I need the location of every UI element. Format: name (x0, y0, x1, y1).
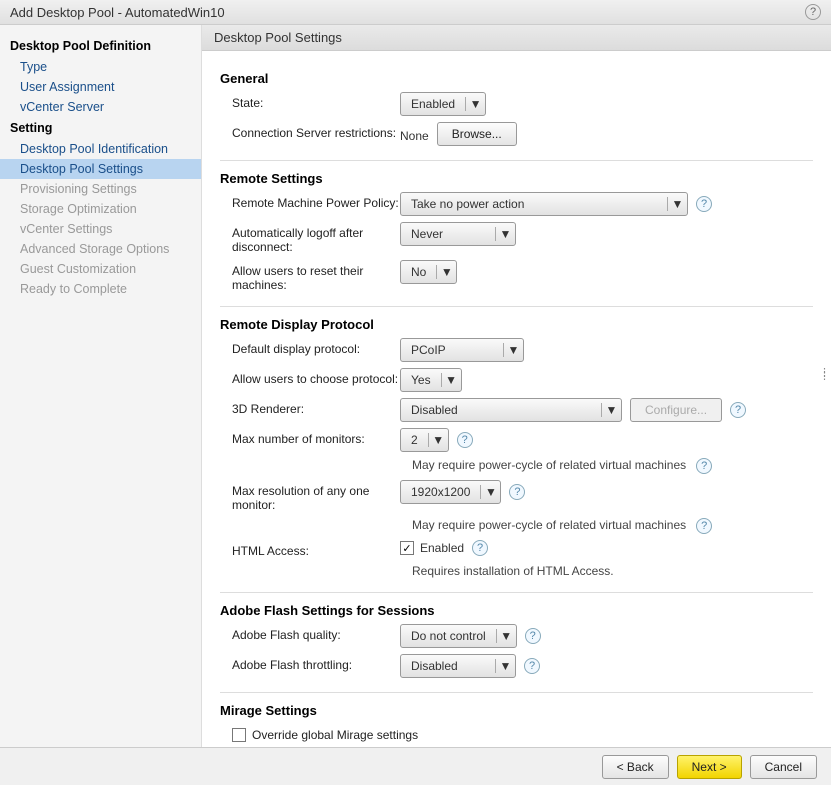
configure-button: Configure... (630, 398, 722, 422)
monitors-note: May require power-cycle of related virtu… (412, 458, 686, 472)
content-pane: General State: Enabled ▼ Connection Serv… (202, 51, 831, 747)
resolution-select[interactable]: 1920x1200 ▼ (400, 480, 501, 504)
flash-throttle-select[interactable]: Disabled ▼ (400, 654, 516, 678)
section-flash: Adobe Flash Settings for Sessions (220, 592, 813, 618)
back-button[interactable]: < Back (602, 755, 669, 779)
monitors-select[interactable]: 2 ▼ (400, 428, 449, 452)
auto-logoff-select[interactable]: Never ▼ (400, 222, 516, 246)
chevron-down-icon: ▼ (495, 227, 515, 241)
help-icon[interactable]: ? (525, 628, 541, 644)
chevron-down-icon: ▼ (428, 433, 448, 447)
flash-quality-select[interactable]: Do not control ▼ (400, 624, 517, 648)
help-icon[interactable]: ? (457, 432, 473, 448)
window-title: Add Desktop Pool - AutomatedWin10 (10, 5, 225, 20)
content-header: Desktop Pool Settings (202, 25, 831, 51)
monitors-label: Max number of monitors: (220, 428, 400, 446)
mirage-override-checkbox[interactable]: Override global Mirage settings (232, 728, 418, 742)
browse-button[interactable]: Browse... (437, 122, 517, 146)
footer: < Back Next > Cancel (0, 747, 831, 785)
sidebar-item-desktop-pool-settings[interactable]: Desktop Pool Settings (0, 159, 201, 179)
resolution-note: May require power-cycle of related virtu… (412, 518, 686, 532)
section-general: General (220, 71, 813, 86)
sidebar-item-provisioning-settings: Provisioning Settings (0, 179, 201, 199)
power-policy-label: Remote Machine Power Policy: (220, 192, 400, 210)
conn-restrict-label: Connection Server restrictions: (220, 122, 400, 140)
auto-logoff-label: Automatically logoff after disconnect: (220, 222, 400, 254)
chevron-down-icon: ▼ (503, 343, 523, 357)
sidebar-item-vcenter-server[interactable]: vCenter Server (0, 97, 201, 117)
default-protocol-select[interactable]: PCoIP ▼ (400, 338, 524, 362)
sidebar-item-advanced-storage-options: Advanced Storage Options (0, 239, 201, 259)
resolution-label: Max resolution of any one monitor: (220, 480, 400, 512)
chevron-down-icon: ▼ (480, 485, 500, 499)
chevron-down-icon: ▼ (601, 403, 621, 417)
html-access-note: Requires installation of HTML Access. (412, 564, 813, 578)
sidebar-item-type[interactable]: Type (0, 57, 201, 77)
help-icon[interactable]: ? (509, 484, 525, 500)
html-access-checkbox[interactable]: ✓ Enabled (400, 541, 464, 555)
help-icon[interactable]: ? (472, 540, 488, 556)
help-icon[interactable]: ? (524, 658, 540, 674)
html-access-label: HTML Access: (220, 540, 400, 558)
help-icon[interactable]: ? (730, 402, 746, 418)
chevron-down-icon: ▼ (465, 97, 485, 111)
help-icon[interactable]: ? (696, 196, 712, 212)
state-label: State: (220, 92, 400, 110)
chevron-down-icon: ▼ (495, 659, 515, 673)
choose-protocol-label: Allow users to choose protocol: (220, 368, 400, 386)
renderer-select[interactable]: Disabled ▼ (400, 398, 622, 422)
sidebar-item-ready-to-complete: Ready to Complete (0, 279, 201, 299)
choose-protocol-select[interactable]: Yes ▼ (400, 368, 462, 392)
help-icon[interactable]: ? (696, 458, 712, 474)
sidebar-item-storage-optimization: Storage Optimization (0, 199, 201, 219)
renderer-label: 3D Renderer: (220, 398, 400, 416)
flash-quality-label: Adobe Flash quality: (220, 624, 400, 642)
sidebar: Desktop Pool Definition Type User Assign… (0, 25, 202, 747)
cancel-button[interactable]: Cancel (750, 755, 817, 779)
sidebar-item-desktop-pool-identification[interactable]: Desktop Pool Identification (0, 139, 201, 159)
chevron-down-icon: ▼ (436, 265, 456, 279)
checkbox-checked-icon: ✓ (400, 541, 414, 555)
power-policy-select[interactable]: Take no power action ▼ (400, 192, 688, 216)
resize-handle-icon[interactable]: ⋮⋮ (819, 372, 830, 378)
chevron-down-icon: ▼ (496, 629, 516, 643)
allow-reset-select[interactable]: No ▼ (400, 260, 457, 284)
allow-reset-label: Allow users to reset their machines: (220, 260, 400, 292)
section-display: Remote Display Protocol (220, 306, 813, 332)
titlebar: Add Desktop Pool - AutomatedWin10 ? (0, 0, 831, 25)
sidebar-item-vcenter-settings: vCenter Settings (0, 219, 201, 239)
chevron-down-icon: ▼ (441, 373, 461, 387)
sidebar-group-definition: Desktop Pool Definition (0, 35, 201, 57)
help-icon[interactable]: ? (696, 518, 712, 534)
conn-restrict-value: None (400, 125, 429, 143)
help-icon[interactable]: ? (805, 4, 821, 20)
sidebar-item-user-assignment[interactable]: User Assignment (0, 77, 201, 97)
section-remote: Remote Settings (220, 160, 813, 186)
default-protocol-label: Default display protocol: (220, 338, 400, 356)
next-button[interactable]: Next > (677, 755, 742, 779)
sidebar-group-setting: Setting (0, 117, 201, 139)
chevron-down-icon: ▼ (667, 197, 687, 211)
checkbox-unchecked-icon (232, 728, 246, 742)
state-select[interactable]: Enabled ▼ (400, 92, 486, 116)
flash-throttle-label: Adobe Flash throttling: (220, 654, 400, 672)
section-mirage: Mirage Settings (220, 692, 813, 718)
sidebar-item-guest-customization: Guest Customization (0, 259, 201, 279)
